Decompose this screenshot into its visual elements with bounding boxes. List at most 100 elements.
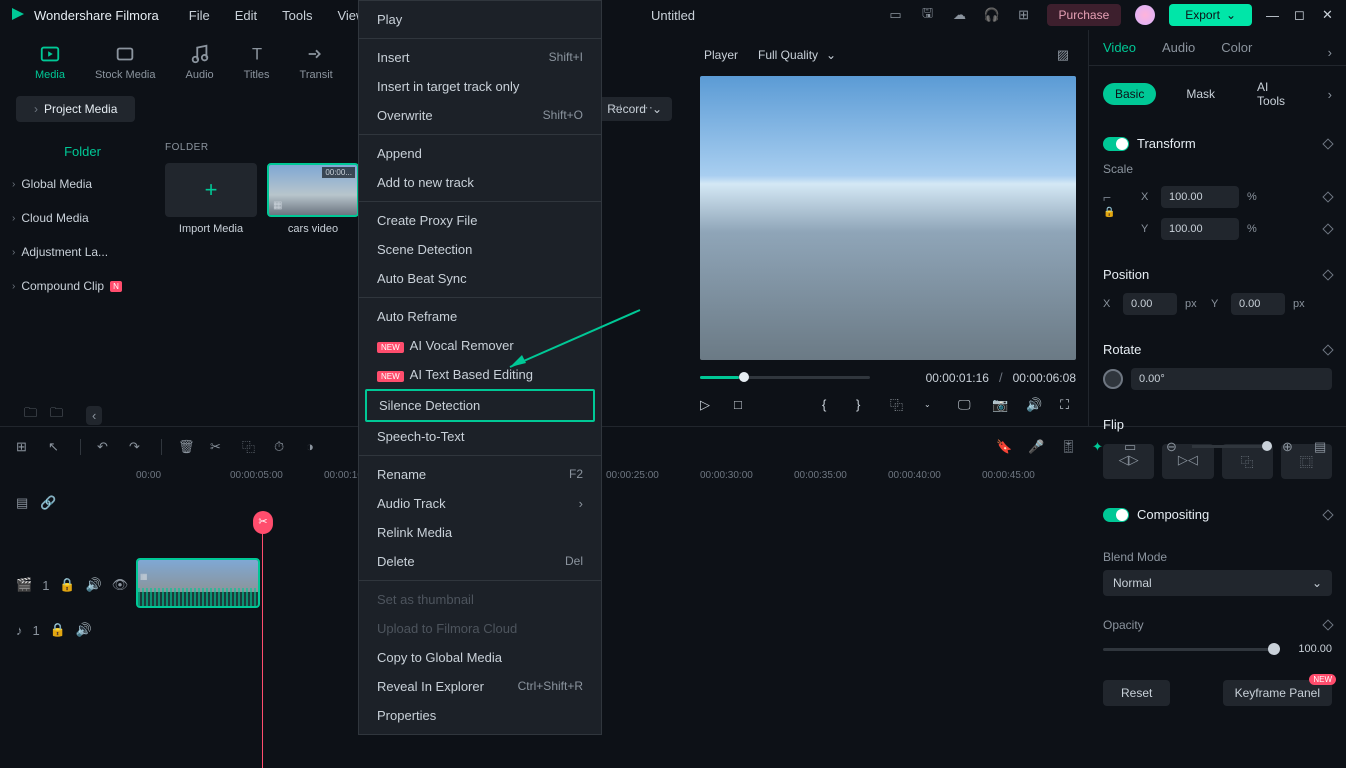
ctx-delete[interactable]: DeleteDel bbox=[359, 547, 601, 576]
playhead[interactable]: ✂ bbox=[262, 518, 263, 768]
zoom-fit-icon[interactable]: ▤ bbox=[1314, 439, 1330, 455]
layout-icon[interactable]: ▭ bbox=[887, 6, 905, 24]
ctx-ai-text-based-editing[interactable]: NEWAI Text Based Editing bbox=[359, 360, 601, 389]
ctx-properties[interactable]: Properties bbox=[359, 701, 601, 730]
frame-icon[interactable]: ▭ bbox=[1124, 439, 1140, 455]
project-media-button[interactable]: ›Project Media bbox=[16, 96, 135, 122]
subtab-basic[interactable]: Basic bbox=[1103, 83, 1156, 105]
zoom-out-icon[interactable]: ⊖ bbox=[1166, 439, 1182, 455]
trash-icon[interactable]: 🗑 bbox=[178, 439, 194, 455]
mic-icon[interactable]: 🎤 bbox=[1028, 439, 1044, 455]
mute-icon[interactable]: 🔊 bbox=[86, 577, 102, 593]
ctx-auto-beat-sync[interactable]: Auto Beat Sync bbox=[359, 264, 601, 293]
tab-transitions[interactable]: Transit bbox=[300, 43, 333, 81]
maximize-icon[interactable]: ◻ bbox=[1294, 7, 1308, 23]
audio-track-1[interactable]: ♪ 1 🔒 🔊 bbox=[0, 612, 1346, 648]
chevron-right-icon[interactable]: › bbox=[1328, 87, 1332, 102]
color-icon[interactable]: ◑ bbox=[306, 439, 322, 454]
props-tab-color[interactable]: Color bbox=[1221, 40, 1252, 65]
sidebar-cloud-media[interactable]: ›Cloud Media bbox=[0, 201, 165, 235]
ctx-scene-detection[interactable]: Scene Detection bbox=[359, 235, 601, 264]
rotate-knob[interactable] bbox=[1103, 369, 1123, 389]
apps-icon[interactable]: ⊞ bbox=[1015, 6, 1033, 24]
zoom-slider[interactable] bbox=[1192, 445, 1272, 448]
media-clip-cars-video[interactable]: ▦ cars video bbox=[267, 163, 359, 235]
ctx-play[interactable]: Play bbox=[359, 5, 601, 34]
props-tab-video[interactable]: Video bbox=[1103, 40, 1136, 65]
scale-y-input[interactable] bbox=[1161, 218, 1239, 240]
purchase-button[interactable]: Purchase bbox=[1047, 4, 1122, 26]
subtab-mask[interactable]: Mask bbox=[1174, 83, 1227, 105]
timeline-ruler[interactable]: 00:00 00:00:05:00 00:00:10:00 00:00:25:0… bbox=[0, 466, 1346, 488]
lock-icon[interactable]: 🔒 bbox=[50, 622, 66, 638]
fullscreen-icon[interactable]: ⛶ bbox=[1060, 397, 1076, 413]
keyframe-icon[interactable] bbox=[1322, 223, 1333, 234]
quality-select[interactable]: Full Quality⌄ bbox=[758, 48, 836, 62]
keyframe-icon[interactable] bbox=[1322, 269, 1333, 280]
link-icon[interactable]: ⌐ bbox=[1103, 189, 1111, 205]
scale-x-input[interactable] bbox=[1161, 186, 1239, 208]
auto-icon[interactable]: ✦ bbox=[1092, 439, 1108, 455]
close-icon[interactable]: ✕ bbox=[1322, 7, 1336, 23]
export-button[interactable]: Export⌄ bbox=[1169, 4, 1252, 26]
grid-icon[interactable]: ⊞ bbox=[16, 439, 32, 455]
ctx-insert-in-target-track-only[interactable]: Insert in target track only bbox=[359, 72, 601, 101]
track-layers-icon[interactable]: ▤ bbox=[16, 495, 32, 511]
new-folder-icon[interactable]: 🗀 bbox=[24, 404, 40, 426]
ctx-speech-to-text[interactable]: Speech-to-Text bbox=[359, 422, 601, 451]
menu-tools[interactable]: Tools bbox=[282, 8, 312, 23]
display-icon[interactable]: 🖵 bbox=[958, 397, 974, 413]
ctx-overwrite[interactable]: OverwriteShift+O bbox=[359, 101, 601, 130]
menu-edit[interactable]: Edit bbox=[235, 8, 257, 23]
crop-icon[interactable]: ⿻ bbox=[890, 395, 906, 414]
chevron-down-icon[interactable]: ⌄ bbox=[924, 400, 940, 409]
cloud-icon[interactable]: ☁ bbox=[951, 6, 969, 24]
ctx-add-to-new-track[interactable]: Add to new track bbox=[359, 168, 601, 197]
ctx-relink-media[interactable]: Relink Media bbox=[359, 518, 601, 547]
speed-icon[interactable]: ⏱ bbox=[274, 439, 290, 455]
sidebar-adjustment-layer[interactable]: ›Adjustment La... bbox=[0, 235, 165, 269]
cut-icon[interactable]: ✂ bbox=[210, 439, 226, 455]
props-tab-audio[interactable]: Audio bbox=[1162, 40, 1195, 65]
ctx-create-proxy-file[interactable]: Create Proxy File bbox=[359, 206, 601, 235]
sidebar-global-media[interactable]: ›Global Media bbox=[0, 167, 165, 201]
save-icon[interactable]: 🖫 bbox=[919, 6, 937, 24]
ctx-silence-detection[interactable]: Silence Detection bbox=[365, 389, 595, 422]
menu-file[interactable]: File bbox=[189, 8, 210, 23]
camera-icon[interactable]: 📷 bbox=[992, 397, 1008, 413]
minimize-icon[interactable]: — bbox=[1266, 8, 1280, 23]
ctx-auto-reframe[interactable]: Auto Reframe bbox=[359, 302, 601, 331]
pos-x-input[interactable] bbox=[1123, 293, 1177, 315]
player-viewport[interactable] bbox=[700, 76, 1076, 360]
tab-stock-media[interactable]: Stock Media bbox=[95, 43, 156, 81]
marker-icon[interactable]: 🔖 bbox=[996, 439, 1012, 455]
ctx-audio-track[interactable]: Audio Track bbox=[359, 489, 601, 518]
mixer-icon[interactable]: 🎚 bbox=[1060, 439, 1076, 455]
mute-icon[interactable]: 🔊 bbox=[76, 622, 92, 638]
sidebar-compound-clip[interactable]: ›Compound ClipN bbox=[0, 269, 165, 303]
ctx-reveal-in-explorer[interactable]: Reveal In ExplorerCtrl+Shift+R bbox=[359, 672, 601, 701]
lock-icon[interactable]: 🔒 bbox=[1103, 207, 1115, 218]
sidebar-folder[interactable]: Folder bbox=[0, 136, 165, 167]
filter-icon[interactable]: ⫤ bbox=[612, 100, 628, 116]
visibility-icon[interactable]: 👁 bbox=[112, 577, 129, 593]
undo-icon[interactable]: ↶ bbox=[97, 439, 113, 455]
volume-icon[interactable]: 🔊 bbox=[1026, 397, 1042, 413]
stop-icon[interactable]: □ bbox=[734, 397, 750, 412]
chevron-right-icon[interactable]: › bbox=[1328, 45, 1332, 60]
timeline-clip[interactable]: ▦ bbox=[136, 558, 260, 608]
ctx-insert[interactable]: InsertShift+I bbox=[359, 43, 601, 72]
zoom-in-icon[interactable]: ⊕ bbox=[1282, 439, 1298, 455]
keyframe-icon[interactable] bbox=[1322, 138, 1333, 149]
ctx-append[interactable]: Append bbox=[359, 139, 601, 168]
tab-media[interactable]: Media bbox=[35, 43, 65, 81]
track-link-icon[interactable]: 🔗 bbox=[40, 495, 56, 511]
video-track-1[interactable]: 🎬 1 🔒 🔊 👁 ▦ bbox=[0, 558, 1346, 612]
mark-out-icon[interactable]: } bbox=[856, 397, 872, 412]
collapse-sidebar-icon[interactable]: ‹ bbox=[86, 406, 102, 425]
select-icon[interactable]: ↖ bbox=[48, 439, 64, 455]
delete-folder-icon[interactable]: 🗀 bbox=[50, 404, 66, 426]
player-progress-slider[interactable] bbox=[700, 376, 870, 379]
pos-y-input[interactable] bbox=[1231, 293, 1285, 315]
ctx-copy-to-global-media[interactable]: Copy to Global Media bbox=[359, 643, 601, 672]
